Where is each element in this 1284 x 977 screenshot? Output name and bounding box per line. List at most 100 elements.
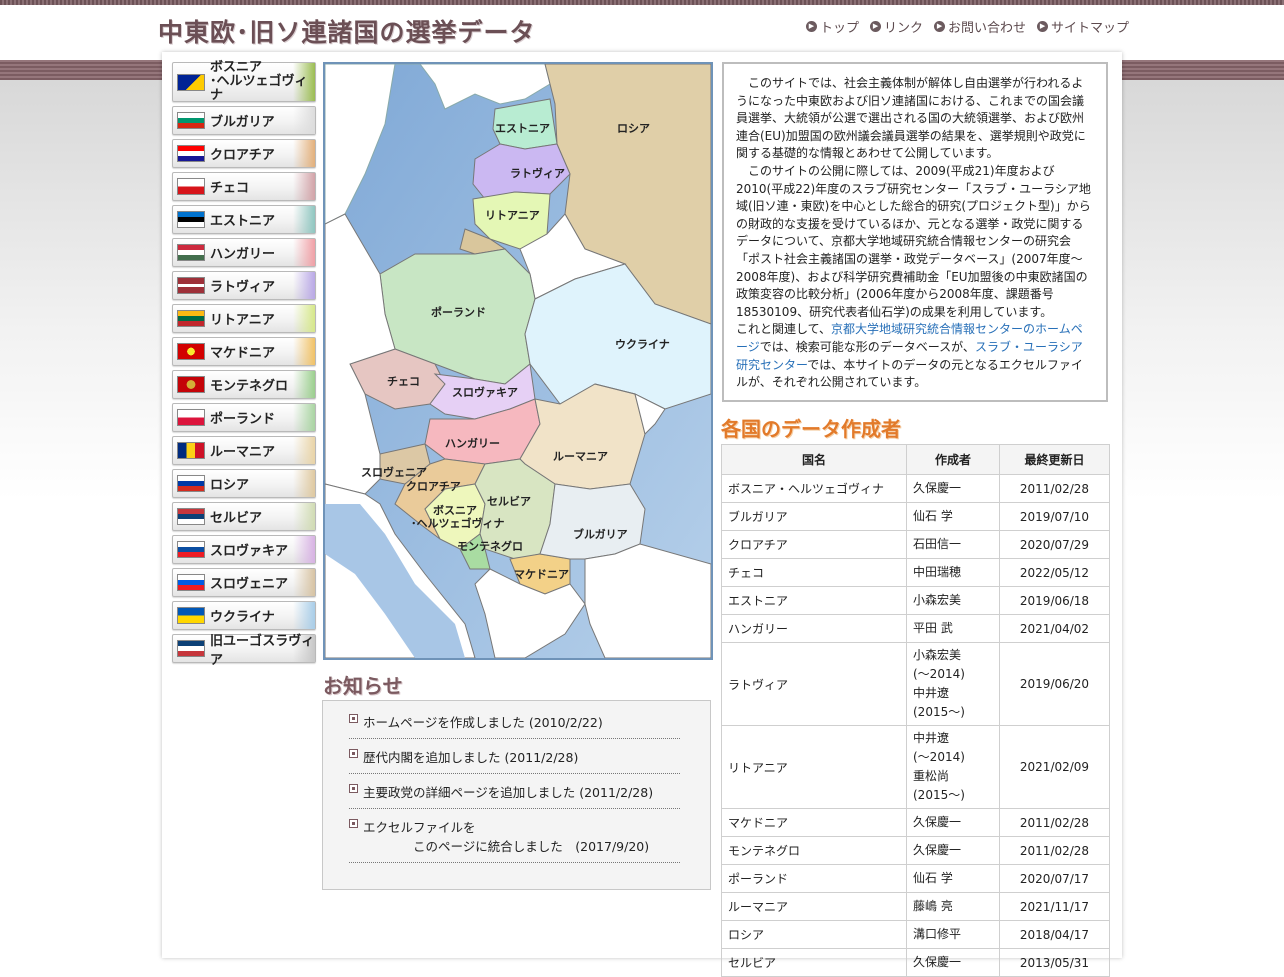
table-row: セルビア 久保慶一 2013/05/31 (721, 948, 1110, 977)
cell-author: 平田 武 (906, 614, 1000, 643)
nav-links[interactable]: ▶ リンク (870, 17, 923, 36)
sidebar-item-hungary[interactable]: ハンガリー (172, 238, 316, 267)
cell-country: エストニア (721, 586, 907, 615)
label-line: ボスニア (210, 60, 263, 75)
sidebar-accent (293, 371, 315, 398)
arrow-right-icon: ▶ (870, 21, 882, 32)
square-bullet-icon (349, 749, 358, 758)
news-item: ホームページを作成しました (2010/2/22) (349, 710, 680, 739)
map-label-hungary: ハンガリー (445, 436, 500, 450)
map-label-montenegro: モンテネグロ (457, 539, 523, 553)
sidebar-item-poland[interactable]: ポーランド (172, 403, 316, 432)
table-row: ハンガリー 平田 武 2021/04/02 (721, 614, 1110, 643)
makers-heading: 各国のデータ作成者 (721, 417, 901, 441)
author-line: 久保慶一 (913, 481, 962, 495)
map-label-bulgaria: ブルガリア (573, 527, 628, 541)
cell-updated: 2021/11/17 (999, 892, 1110, 921)
map-label-poland: ポーランド (431, 305, 486, 319)
column-header-country: 国名 (721, 444, 907, 475)
sidebar-item-lithuania[interactable]: リトアニア (172, 304, 316, 333)
author-line: 石田信一 (913, 537, 962, 551)
cell-author: 仙石 学 (906, 502, 1000, 531)
country-sidebar: ボスニア ･ヘルツェゴヴィナブルガリアクロアチアチェコエストニアハンガリーラトヴィ… (172, 60, 316, 668)
sidebar-item-label: ブルガリア (210, 115, 275, 130)
sidebar-item-ukraine[interactable]: ウクライナ (172, 601, 316, 630)
cell-author: 石田信一 (906, 530, 1000, 559)
news-item: エクセルファイルを このページに統合しました (2017/9/20) (349, 815, 680, 863)
table-row: ボスニア・ヘルツェゴヴィナ 久保慶一 2011/02/28 (721, 474, 1110, 503)
author-line: 小森宏美 (913, 593, 962, 607)
cell-updated: 2013/05/31 (999, 948, 1110, 977)
table-row: エストニア 小森宏美 2019/06/18 (721, 586, 1110, 615)
cell-country: モンテネグロ (721, 836, 907, 865)
sidebar-item-slovenia[interactable]: スロヴェニア (172, 568, 316, 597)
flag-icon (177, 409, 205, 426)
cell-author: 仙石 学 (906, 864, 1000, 893)
cell-updated: 2020/07/29 (999, 530, 1110, 559)
intro-paragraph-2: このサイトの公開に際しては、2009(平成21)年度および2010(平成22)年… (736, 163, 1091, 319)
table-body: ボスニア・ヘルツェゴヴィナ 久保慶一 2011/02/28 ブルガリア 仙石 学 2019… (721, 474, 1110, 977)
sidebar-accent (293, 602, 315, 629)
sidebar-item-romania[interactable]: ルーマニア (172, 436, 316, 465)
table-row: ロシア 溝口修平 2018/04/17 (721, 920, 1110, 949)
arrow-right-icon: ▶ (1037, 21, 1049, 32)
region-map[interactable]: エストニア ロシア ラトヴィア リトアニア ポーランド ウクライナ チェコ スロ… (323, 62, 713, 660)
sidebar-item-label: モンテネグロ (210, 379, 289, 394)
author-line: (～2014) (913, 667, 965, 681)
flag-icon (177, 607, 205, 624)
sidebar-item-label: ロシア (210, 478, 250, 493)
news-panel: ホームページを作成しました (2010/2/22) 歴代内閣を追加しました (20… (322, 700, 711, 890)
sidebar-accent (293, 107, 315, 134)
flag-icon (177, 277, 205, 294)
map-label-latvia: ラトヴィア (510, 166, 565, 180)
nav-sitemap[interactable]: ▶ サイトマップ (1037, 17, 1129, 36)
nav-top[interactable]: ▶ トップ (806, 17, 859, 36)
author-line: 仙石 学 (913, 509, 953, 523)
map-label-slovakia: スロヴァキア (452, 385, 518, 399)
cell-country: マケドニア (721, 808, 907, 837)
sidebar-item-croatia[interactable]: クロアチア (172, 139, 316, 168)
cell-updated: 2019/06/20 (999, 642, 1110, 726)
sidebar-item-latvia[interactable]: ラトヴィア (172, 271, 316, 300)
sidebar-item-label: クロアチア (210, 148, 275, 163)
cell-country: リトアニア (721, 725, 907, 809)
author-line: 久保慶一 (913, 815, 962, 829)
cell-updated: 2022/05/12 (999, 558, 1110, 587)
table-row: チェコ 中田瑞穂 2022/05/12 (721, 558, 1110, 587)
square-bullet-icon (349, 784, 358, 793)
author-line: 中田瑞穂 (913, 565, 962, 579)
sidebar-item-estonia[interactable]: エストニア (172, 205, 316, 234)
sidebar-item-label: スロヴァキア (210, 544, 289, 559)
sidebar-item-bosnia[interactable]: ボスニア ･ヘルツェゴヴィナ (172, 60, 316, 103)
map-label-russia: ロシア (617, 122, 650, 135)
intro-text: では、検索可能な形のデータベースが、 (759, 339, 975, 354)
cell-author: 久保慶一 (906, 474, 1000, 503)
map-label-macedonia: マケドニア (514, 568, 569, 581)
sidebar-item-label: マケドニア (210, 346, 276, 361)
cell-country: ラトヴィア (721, 642, 907, 726)
author-line: 久保慶一 (913, 955, 962, 969)
map-label-herzegovina: ･ヘルツェゴヴィナ (411, 516, 505, 530)
sidebar-item-macedonia[interactable]: マケドニア (172, 337, 316, 366)
author-line: (2015～) (913, 705, 965, 719)
cell-country: ボスニア・ヘルツェゴヴィナ (721, 474, 907, 503)
sidebar-item-czech[interactable]: チェコ (172, 172, 316, 201)
author-line: 中井遼 (913, 731, 950, 745)
sidebar-accent (293, 404, 315, 431)
map-bulgaria[interactable] (539, 483, 646, 560)
top-nav: ▶ トップ ▶ リンク ▶ お問い合わせ ▶ サイトマップ (806, 17, 1129, 36)
sidebar-item-montenegro[interactable]: モンテネグロ (172, 370, 316, 399)
nav-contact[interactable]: ▶ お問い合わせ (934, 17, 1026, 36)
flag-icon (177, 211, 205, 228)
cell-updated: 2018/04/17 (999, 920, 1110, 949)
cell-author: 久保慶一 (906, 836, 1000, 865)
site-title[interactable]: 中東欧･旧ソ連諸国の選挙データ (158, 13, 536, 49)
sidebar-item-serbia[interactable]: セルビア (172, 502, 316, 531)
map-label-croatia: クロアチア (406, 480, 461, 493)
sidebar-item-yugoslavia[interactable]: 旧ユーゴスラヴィア (172, 634, 316, 668)
sidebar-accent (293, 305, 315, 332)
sidebar-item-bulgaria[interactable]: ブルガリア (172, 106, 316, 135)
sidebar-item-slovakia[interactable]: スロヴァキア (172, 535, 316, 564)
sidebar-item-russia[interactable]: ロシア (172, 469, 316, 498)
author-line: 小森宏美 (913, 648, 962, 662)
